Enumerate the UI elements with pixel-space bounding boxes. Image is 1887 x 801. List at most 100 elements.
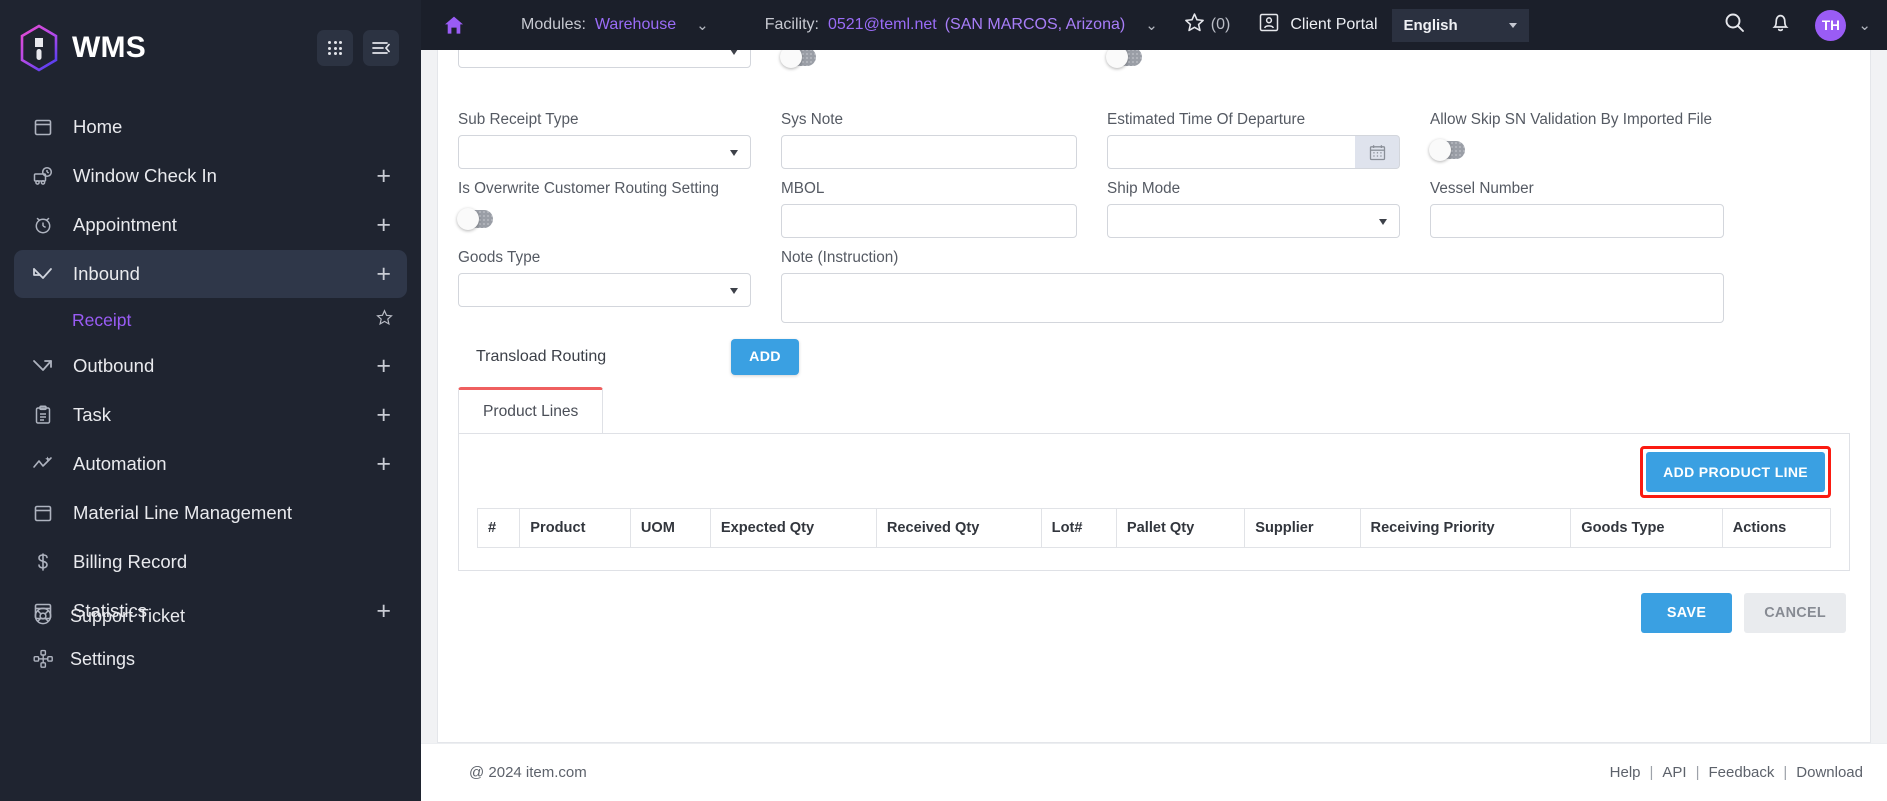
form-row-3: Goods Type Note (Instruction) xyxy=(458,238,1850,323)
footer-link-download[interactable]: Download xyxy=(1796,764,1863,781)
field-allow-skip-sn-validation: Allow Skip SN Validation By Imported Fil… xyxy=(1430,102,1724,169)
sidebar-item-material-line-management[interactable]: Material Line Management xyxy=(14,489,407,537)
save-button[interactable]: SAVE xyxy=(1641,593,1732,633)
arrow-outbound-icon xyxy=(30,357,56,375)
footer-link-api[interactable]: API xyxy=(1662,764,1686,781)
footer-separator: | xyxy=(1650,764,1654,781)
footer-separator: | xyxy=(1783,764,1787,781)
sidebar-item-settings[interactable]: Settings xyxy=(14,638,407,680)
product-lines-table: # Product UOM Expected Qty Received Qty … xyxy=(477,508,1831,548)
sidebar-subitem-receipt[interactable]: Receipt xyxy=(14,299,407,341)
calendar-icon xyxy=(30,117,56,137)
sub-receipt-type-select[interactable] xyxy=(458,135,751,169)
sidebar-item-outbound[interactable]: Outbound + xyxy=(14,342,407,390)
collapse-sidebar-icon[interactable] xyxy=(363,30,399,66)
add-icon[interactable]: + xyxy=(376,403,393,428)
sidebar-item-automation[interactable]: Automation + xyxy=(14,440,407,488)
truck-clock-icon xyxy=(30,166,56,186)
favorites-count: (0) xyxy=(1211,16,1231,34)
field-spacer-above xyxy=(1430,50,1724,100)
sidebar-item-home[interactable]: Home xyxy=(14,103,407,151)
toggle-cutoff-top-1[interactable] xyxy=(781,50,816,66)
field-goods-type: Goods Type xyxy=(458,240,751,323)
wms-logo-icon xyxy=(18,24,60,72)
form-actions: SAVE CANCEL xyxy=(458,593,1850,633)
trend-sparkle-icon xyxy=(30,455,56,473)
receipt-form-card: Sub Receipt Type Sys Note Estimated Time… xyxy=(437,50,1871,743)
sidebar-item-label: Home xyxy=(73,116,122,138)
mbol-input[interactable] xyxy=(781,204,1077,238)
field-ship-mode: Ship Mode xyxy=(1107,171,1400,238)
avatar[interactable]: TH xyxy=(1815,10,1846,41)
sidebar-subitem-label: Receipt xyxy=(72,310,131,331)
field-sys-note: Sys Note xyxy=(781,102,1077,169)
star-outline-icon[interactable] xyxy=(376,309,393,331)
field-label: Goods Type xyxy=(458,240,751,273)
facility-value: 0521@teml.net xyxy=(828,16,937,34)
star-outline-icon xyxy=(1184,12,1205,38)
ship-mode-select[interactable] xyxy=(1107,204,1400,238)
transload-add-button[interactable]: ADD xyxy=(731,339,799,375)
is-overwrite-customer-routing-toggle[interactable] xyxy=(458,210,493,228)
brand-header: WMS xyxy=(0,0,421,96)
column-header-product: Product xyxy=(520,509,631,548)
sidebar-item-label: Material Line Management xyxy=(73,502,292,524)
tab-product-lines[interactable]: Product Lines xyxy=(458,387,603,434)
brand-title: WMS xyxy=(72,31,146,65)
calendar-icon[interactable] xyxy=(1355,135,1400,169)
sidebar-item-appointment[interactable]: Appointment + xyxy=(14,201,407,249)
sidebar-item-task[interactable]: Task + xyxy=(14,391,407,439)
etd-input[interactable] xyxy=(1107,135,1355,169)
language-selector[interactable]: English xyxy=(1392,9,1529,42)
sys-note-input[interactable] xyxy=(781,135,1077,169)
facility-selector[interactable]: Facility: 0521@teml.net (SAN MARCOS, Ari… xyxy=(765,16,1158,34)
column-header-supplier: Supplier xyxy=(1245,509,1360,548)
favorites-button[interactable]: (0) xyxy=(1184,12,1231,38)
add-icon[interactable]: + xyxy=(376,213,393,238)
vessel-number-input[interactable] xyxy=(1430,204,1724,238)
cancel-button[interactable]: CANCEL xyxy=(1744,593,1846,633)
add-icon[interactable]: + xyxy=(376,262,393,287)
add-product-line-button[interactable]: ADD PRODUCT LINE xyxy=(1646,452,1825,492)
footer-link-help[interactable]: Help xyxy=(1610,764,1641,781)
allow-skip-sn-validation-toggle[interactable] xyxy=(1430,141,1465,159)
sidebar-item-support-ticket[interactable]: Support Ticket xyxy=(14,595,407,637)
select-cutoff-top[interactable] xyxy=(458,50,751,68)
chevron-down-icon[interactable]: ⌄ xyxy=(1145,18,1158,33)
goods-type-select[interactable] xyxy=(458,273,751,307)
id-card-icon xyxy=(1258,12,1280,38)
footer-link-feedback[interactable]: Feedback xyxy=(1709,764,1775,781)
toggle-cutoff-top-2[interactable] xyxy=(1107,50,1142,66)
column-header-expected-qty: Expected Qty xyxy=(710,509,876,548)
search-icon[interactable] xyxy=(1723,11,1746,39)
alarm-clock-icon xyxy=(30,215,56,235)
client-portal-button[interactable]: Client Portal xyxy=(1258,12,1377,38)
sidebar-item-window-check-in[interactable]: Window Check In + xyxy=(14,152,407,200)
modules-value: Warehouse xyxy=(595,16,676,34)
sidebar-item-billing-record[interactable]: Billing Record xyxy=(14,538,407,586)
sidebar-item-inbound[interactable]: Inbound + xyxy=(14,250,407,298)
add-icon[interactable]: + xyxy=(376,354,393,379)
column-header-index: # xyxy=(478,509,520,548)
field-label: Sys Note xyxy=(781,102,1077,135)
chevron-down-icon[interactable]: ⌄ xyxy=(696,18,709,33)
apps-grid-icon[interactable] xyxy=(317,30,353,66)
add-icon[interactable]: + xyxy=(376,452,393,477)
field-label: Vessel Number xyxy=(1430,171,1724,204)
note-instruction-textarea[interactable] xyxy=(781,273,1724,323)
add-icon[interactable]: + xyxy=(376,164,393,189)
facility-location: (SAN MARCOS, Arizona) xyxy=(945,16,1125,34)
sidebar-bottom-nav: Support Ticket Settings xyxy=(0,594,421,681)
modules-selector[interactable]: Modules: Warehouse ⌄ xyxy=(521,16,709,34)
column-header-actions: Actions xyxy=(1722,509,1830,548)
footer-separator: | xyxy=(1696,764,1700,781)
product-lines-section: Product Lines ADD PRODUCT LINE # xyxy=(458,387,1850,571)
nodes-settings-icon xyxy=(30,649,56,669)
bell-icon[interactable] xyxy=(1770,11,1791,39)
home-icon[interactable] xyxy=(443,14,465,36)
form-row-1: Sub Receipt Type Sys Note Estimated Time… xyxy=(458,100,1850,169)
column-header-lot: Lot# xyxy=(1041,509,1116,548)
column-header-pallet-qty: Pallet Qty xyxy=(1116,509,1244,548)
chevron-down-icon[interactable]: ⌄ xyxy=(1858,18,1871,33)
field-is-overwrite-customer-routing-setting: Is Overwrite Customer Routing Setting xyxy=(458,171,751,238)
